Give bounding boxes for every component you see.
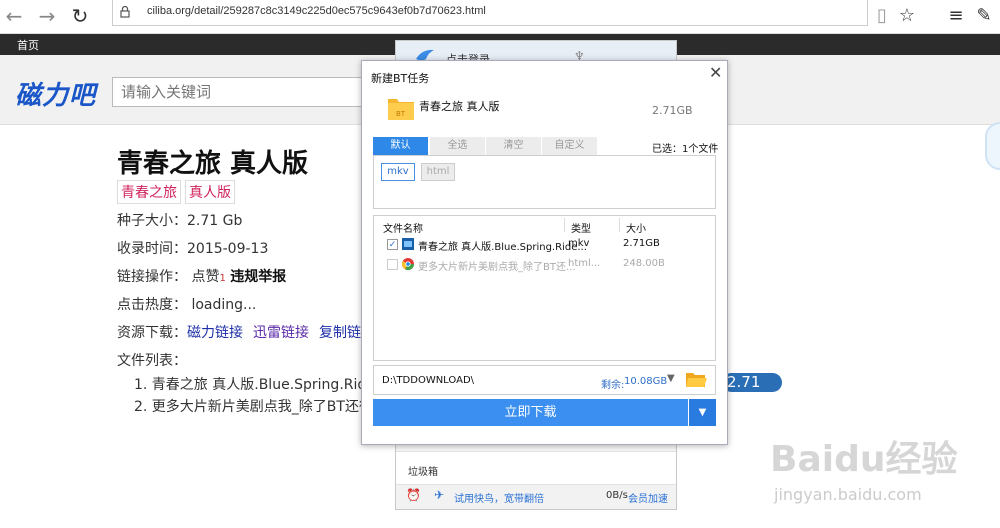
lock-icon [120, 6, 130, 18]
speed-text: 0B/s [606, 490, 628, 501]
close-icon[interactable]: ✕ [709, 64, 722, 82]
ops-label: 链接操作： [117, 269, 187, 285]
tab-select-all[interactable]: 全选 [430, 137, 485, 155]
favorite-star-icon[interactable]: ☆ [895, 4, 919, 28]
reading-view-icon[interactable]: ▯ [870, 4, 894, 28]
save-path-box[interactable]: D:\TDDOWNLOAD\ 剩余: 10.08GB ▼ [373, 365, 716, 395]
file-checkbox[interactable] [387, 259, 398, 270]
save-path: D:\TDDOWNLOAD\ [382, 375, 475, 386]
new-bt-task-dialog: 新建BT任务 ✕ BT 青春之旅 真人版 2.71GB 默认 全选 清空 自定义… [361, 60, 728, 445]
time-row: 收录时间：2015-09-13 [117, 238, 268, 258]
task-size: 2.71GB [652, 104, 693, 117]
file-type: mkv [568, 238, 590, 249]
like-link[interactable]: 点赞 [191, 269, 219, 285]
forward-arrow-icon[interactable]: → [35, 4, 59, 28]
table-row[interactable]: ✓ 青春之旅 真人版.Blue.Spring.Ride... mkv 2.71G… [374, 234, 715, 254]
table-row[interactable]: 更多大片新片美剧点我_除了BT还... html... 248.00B [374, 254, 715, 274]
col-divider [564, 218, 565, 232]
file-size: 2.71GB [623, 238, 660, 249]
like-count: 1 [219, 273, 226, 284]
kuainiao-bird-icon: ✈ [434, 488, 445, 502]
tag-list: 青春之旅 真人版 [117, 180, 239, 204]
ops-row: 链接操作： 点赞1 违规举报 [117, 266, 286, 286]
dialog-title: 新建BT任务 [371, 72, 430, 85]
heat-label: 点击热度： [117, 297, 187, 313]
browser-toolbar: ← → ↻ ciliba.org/detail/259287c8c3149c22… [0, 0, 1000, 34]
baidu-watermark: Baidu经验 jingyan.baidu.com [770, 430, 960, 520]
remaining-value: 10.08GB [624, 376, 668, 387]
file-size-badge: 2.71 Gb [722, 373, 782, 410]
heat-row: 点击热度： loading... [117, 294, 256, 314]
search-input[interactable] [113, 78, 353, 106]
address-bar[interactable]: ciliba.org/detail/259287c8c3149c225d0ec5… [112, 0, 868, 26]
filter-html[interactable]: html [421, 163, 455, 181]
vip-accelerate-link[interactable]: 会员加速 [628, 490, 668, 505]
tab-clear[interactable]: 清空 [486, 137, 541, 155]
col-divider [619, 218, 620, 232]
file-checkbox[interactable]: ✓ [387, 239, 398, 250]
promo-link[interactable]: 试用快鸟，宽带翻倍 [454, 490, 544, 505]
back-arrow-icon[interactable]: ← [2, 4, 26, 28]
size-row: 种子大小：2.71 Gb [117, 210, 242, 230]
trash-item[interactable]: 垃圾箱 [396, 451, 676, 485]
nav-home-link[interactable]: 首页 [17, 37, 39, 53]
refresh-icon[interactable]: ↻ [68, 4, 92, 28]
selected-count: 已选：1个文件 [652, 144, 719, 155]
svg-text:BT: BT [396, 110, 406, 118]
time-label: 收录时间： [117, 241, 187, 257]
filter-mkv[interactable]: mkv [381, 163, 415, 181]
site-logo[interactable]: 磁力吧 [15, 75, 96, 112]
col-type[interactable]: 类型 [571, 220, 591, 235]
download-label: 资源下载： [117, 325, 187, 341]
path-dropdown-icon[interactable]: ▼ [667, 373, 675, 384]
file-name: 更多大片新片美剧点我_除了BT还... [418, 262, 576, 273]
type-filter-box: mkv html [373, 155, 716, 209]
thunder-link[interactable]: 迅雷链接 [253, 325, 309, 341]
bt-folder-icon: BT [388, 99, 414, 120]
file-name: 青春之旅 真人版.Blue.Spring.Ride... [418, 242, 587, 253]
select-tabs: 默认 全选 清空 自定义 [373, 137, 599, 155]
tab-default[interactable]: 默认 [373, 137, 428, 155]
download-now-button[interactable]: 立即下载 [373, 399, 688, 426]
tag-item[interactable]: 真人版 [185, 180, 235, 204]
col-size[interactable]: 大小 [626, 220, 646, 235]
tag-item[interactable]: 青春之旅 [117, 180, 181, 204]
url-text: ciliba.org/detail/259287c8c3149c225d0ec5… [147, 5, 486, 17]
download-row: 资源下载：磁力链接 迅雷链接 复制链接 [117, 322, 385, 342]
file-list-item: 1. 青春之旅 真人版.Blue.Spring.Ride [134, 377, 375, 393]
size-label: 种子大小： [117, 213, 187, 229]
page-title: 青春之旅 真人版 [117, 149, 309, 179]
file-list-item: 2. 更多大片新片美剧点我_除了BT还得 [134, 399, 373, 415]
report-link[interactable]: 违规举报 [230, 269, 286, 285]
folder-open-icon[interactable] [685, 370, 707, 390]
size-value: 2.71 Gb [187, 213, 243, 229]
tab-custom[interactable]: 自定义 [542, 137, 597, 155]
remaining-label: 剩余: [601, 380, 625, 391]
files-label: 文件列表： [117, 353, 187, 369]
task-name: 青春之旅 真人版 [419, 100, 500, 113]
time-value: 2015-09-13 [187, 241, 269, 257]
chrome-html-icon [402, 258, 414, 270]
favorites-list-icon[interactable]: ≡ [944, 4, 968, 28]
magnet-link[interactable]: 磁力链接 [187, 325, 243, 341]
watermark-logo: Baidu经验 [770, 439, 958, 480]
alarm-icon[interactable]: ⏰ [406, 488, 421, 502]
col-name[interactable]: 文件名称 [383, 220, 423, 235]
web-note-icon[interactable]: ✎ [972, 4, 996, 28]
video-file-icon [402, 238, 414, 250]
xunlei-status-bar: ⏰ ✈ 试用快鸟，宽带翻倍 0B/s 会员加速 [396, 485, 676, 509]
search-box[interactable] [112, 77, 362, 107]
chevron-down-icon[interactable]: ▼ [689, 399, 716, 426]
heat-value: loading... [191, 297, 257, 313]
file-type: html... [568, 258, 601, 269]
file-table: 文件名称 类型 大小 ✓ 青春之旅 真人版.Blue.Spring.Ride..… [373, 215, 716, 361]
file-size: 248.00B [623, 258, 665, 269]
side-float-button[interactable] [985, 122, 1000, 170]
trash-label: 垃圾箱 [408, 467, 438, 478]
watermark-sub: jingyan.baidu.com [774, 485, 922, 504]
